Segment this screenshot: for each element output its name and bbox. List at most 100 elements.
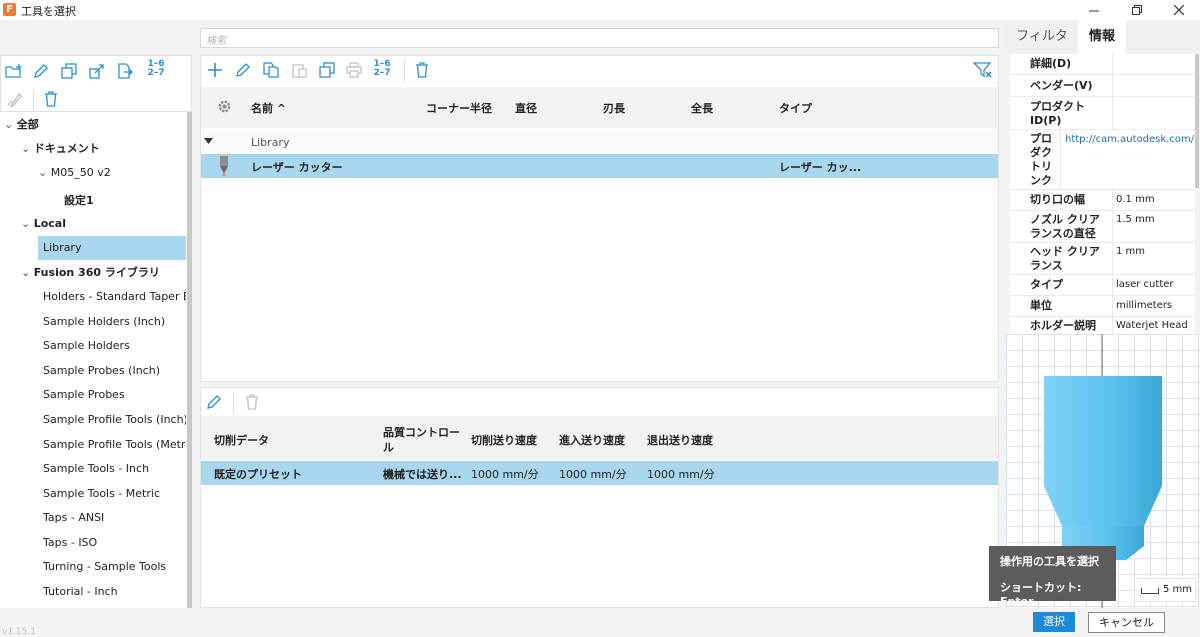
delete-preset-icon [245,394,259,410]
cancel-button[interactable]: キャンセル [1088,612,1165,633]
tree-item-local[interactable]: ⌄ Local [0,212,186,236]
tree-item-taps-ansi[interactable]: Taps - ANSI [0,506,186,530]
preset-cutting-feed-cell: 1000 mm/分 [471,468,539,481]
tooltip-shortcut: ショートカット: Enter [1000,581,1082,608]
app-icon: F [3,3,16,16]
collapse-group-icon[interactable] [204,138,213,144]
toolbar-divider [33,90,34,110]
select-tooltip: 操作用の工具を選択 ショートカット: Enter [989,546,1116,608]
group-name: Library [251,136,290,149]
tree-item-sample-holders-inch[interactable]: Sample Holders (Inch) [0,310,186,334]
tool-toolbar: 1–6 2–7 [201,56,998,86]
tab-info[interactable]: 情報 [1078,20,1126,54]
column-quality-control[interactable]: 品質コントロー ル [383,425,460,455]
preset-lead-in-feed-cell: 1000 mm/分 [559,468,627,481]
tree-item-sample-tools-inch[interactable]: Sample Tools - Inch [0,457,186,481]
tool-name-cell: レーザー カッター [251,161,343,174]
preset-quality-cell: 機械では送り... [383,468,462,481]
clean-icon [4,89,24,109]
add-tool-icon[interactable] [205,60,225,80]
tree-item-turning-sample[interactable]: Turning - Sample Tools [0,555,186,579]
tree-item-sample-probes[interactable]: Sample Probes [0,383,186,407]
version-label: v1.15.1 [2,627,36,637]
toolbar-divider [233,392,234,414]
import-icon[interactable] [115,61,135,81]
edit-tool-icon[interactable] [233,60,253,80]
column-diameter[interactable]: 直径 [515,100,537,116]
info-row-unit: 単位 millimeters [1010,296,1195,317]
library-tree: ⌄ 全部 ⌄ ドキュメント ⌄ M05_50 v2 設定1 ⌄ Local Li… [0,112,192,608]
delete-icon[interactable] [41,89,61,109]
info-row-product-link: プロダクトリンク http://cam.autodesk.com/ [1010,130,1195,190]
select-button[interactable]: 選択 [1033,612,1075,632]
renumber-tools-icon[interactable]: 1–6 2–7 [369,59,395,79]
close-window-button[interactable] [1164,0,1194,20]
edit-preset-icon[interactable] [206,394,222,410]
tree-item-fusion-library[interactable]: ⌄ Fusion 360 ライブラリ [0,261,186,285]
column-type[interactable]: タイプ [779,100,812,116]
minimize-button[interactable] [1079,0,1109,20]
window-title: 工具を選択 [21,5,76,18]
tree-item-taps-iso[interactable]: Taps - ISO [0,531,186,555]
info-row-vendor: ベンダー(V) [1010,75,1195,97]
column-overall-length[interactable]: 全長 [691,100,713,116]
tooltip-title: 操作用の工具を選択 [1000,555,1099,568]
column-corner-radius[interactable]: コーナー半径 [426,100,492,116]
product-link[interactable]: http://cam.autodesk.com/ [1065,133,1194,147]
tool-info-panel: 詳細(D) ベンダー(V) プロダクト ID(P) プロダクトリンク http:… [1010,54,1195,334]
copy-tool-icon[interactable] [261,60,281,80]
preset-name-cell: 既定のプリセット [214,468,302,481]
tab-filter[interactable]: フィルタ [1006,20,1078,54]
scale-indicator: 5 mm [1134,578,1196,602]
column-name[interactable]: 名前 ^ [251,100,286,116]
right-panel-tabs: フィルタ 情報 [1006,20,1200,54]
copy-icon[interactable] [59,61,79,81]
toolbar-divider [404,60,405,82]
settings-gear-icon[interactable] [217,99,232,114]
paste-tool-icon [289,60,309,80]
column-lead-in-feed[interactable]: 進入送り速度 [559,432,625,448]
group-row-library[interactable] [201,130,998,154]
print-icon [344,60,364,80]
tree-item-profile-tools-inch[interactable]: Sample Profile Tools (Inch) [0,408,186,432]
info-row-holder-description: ホルダー説明 Waterjet Head [1030,317,1188,334]
tree-item-m05-50[interactable]: ⌄ M05_50 v2 [0,161,186,185]
tree-scrollbar[interactable] [187,112,192,608]
tree-item-setup1[interactable]: 設定1 [0,189,186,213]
info-scrollbar[interactable] [1195,54,1199,188]
tree-item-all[interactable]: ⌄ 全部 [0,113,186,137]
clear-filter-icon[interactable] [973,60,993,80]
tree-item-sample-tools-metric[interactable]: Sample Tools - Metric [0,482,186,506]
new-folder-icon[interactable] [4,61,24,81]
restore-button[interactable] [1122,0,1152,20]
column-flute-length[interactable]: 刃長 [603,100,625,116]
tree-item-documents[interactable]: ⌄ ドキュメント [0,137,186,161]
laser-cutter-icon [218,155,230,177]
tree-item-sample-holders[interactable]: Sample Holders [0,334,186,358]
search-input[interactable]: 検索 [200,28,999,48]
column-lead-out-feed[interactable]: 退出送り速度 [647,432,713,448]
export-icon[interactable] [87,61,107,81]
duplicate-tool-icon[interactable] [317,60,337,80]
column-cutting-feed[interactable]: 切削送り速度 [471,432,537,448]
scale-label: 5 mm [1163,584,1193,595]
info-row-kerf-width: 切り口の幅 0.1 mm [1010,190,1195,211]
scale-bar-icon [1141,588,1159,594]
info-row-product-id: プロダクト ID(P) [1010,97,1195,130]
tree-item-tutorial-inch[interactable]: Tutorial - Inch [0,580,186,604]
title-bar: F 工具を選択 [0,0,1200,20]
library-toolbar: 1–6 2–7 [0,55,192,112]
preset-lead-out-feed-cell: 1000 mm/分 [647,468,715,481]
tree-item-holders-taper[interactable]: Holders - Standard Taper Bla [0,285,186,309]
column-cut-data[interactable]: 切削データ [214,432,269,448]
tree-item-library[interactable]: Library [38,236,186,260]
tool-type-cell: レーザー カッ... [779,161,862,174]
info-row-description: 詳細(D) [1010,54,1195,75]
info-row-head-clearance: ヘッド クリアランス 1 mm [1010,243,1195,275]
delete-tool-icon[interactable] [412,60,432,80]
renumber-icon[interactable]: 1–6 2–7 [143,59,169,79]
tool-table-header [201,87,998,128]
tree-item-profile-tools-metric[interactable]: Sample Profile Tools (Metric) [0,433,186,457]
edit-icon[interactable] [31,61,51,81]
tree-item-sample-probes-inch[interactable]: Sample Probes (Inch) [0,359,186,383]
